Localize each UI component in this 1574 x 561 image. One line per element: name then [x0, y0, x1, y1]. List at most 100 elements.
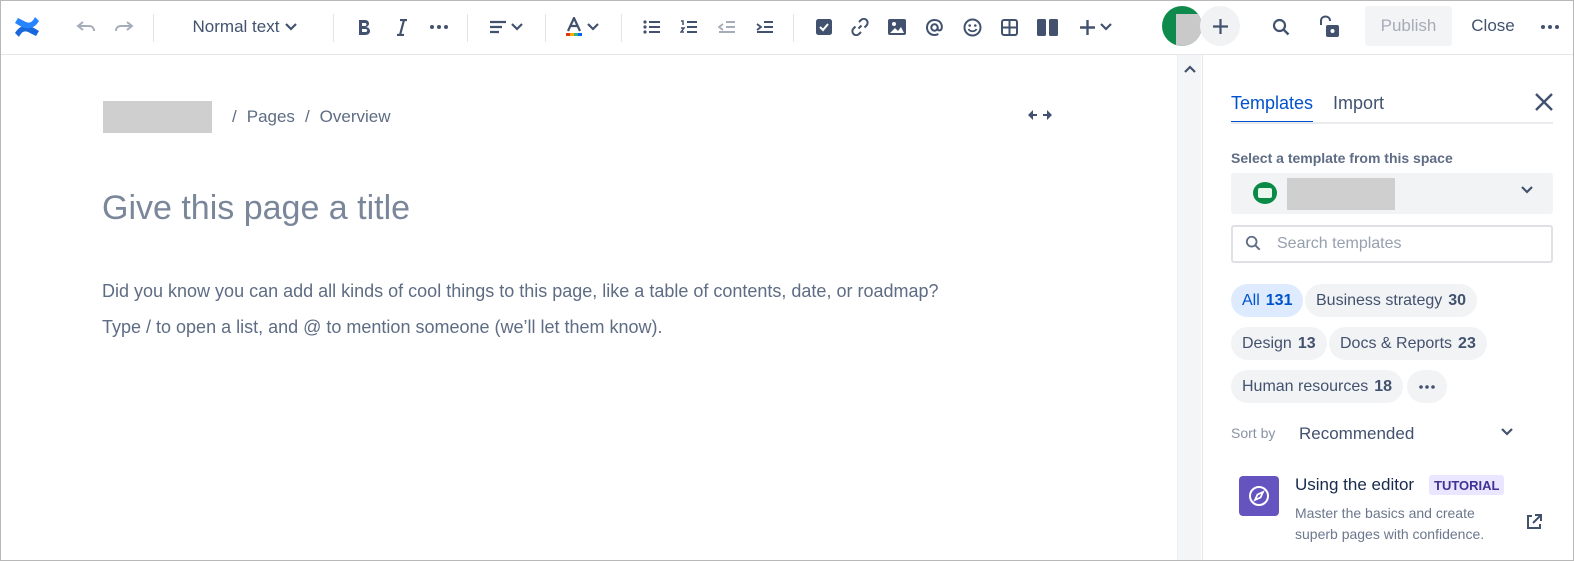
page-body-editor[interactable]: Did you know you can add all kinds of co… [102, 273, 1152, 345]
expand-width-icon [1028, 110, 1052, 120]
bullet-list-icon[interactable] [639, 1, 665, 53]
breadcrumb-pages[interactable]: Pages [247, 107, 295, 127]
undo-icon[interactable] [71, 1, 101, 53]
compass-icon [1249, 486, 1269, 506]
editor-window: Normal text Publish Close / Pages / Over… [0, 0, 1574, 561]
scrollbar[interactable] [1177, 55, 1201, 560]
mention-icon[interactable] [921, 1, 947, 53]
insert-dropdown[interactable] [1073, 1, 1117, 53]
chip-count: 30 [1448, 291, 1467, 309]
text-color-dropdown[interactable] [561, 1, 603, 53]
toolbar-divider [793, 14, 794, 42]
close-button[interactable]: Close [1464, 6, 1522, 46]
chevron-down-icon [285, 23, 298, 31]
close-icon[interactable] [1531, 89, 1557, 115]
external-link-icon[interactable] [1525, 513, 1543, 531]
chip-label: All [1242, 291, 1260, 309]
outdent-icon[interactable] [714, 1, 740, 53]
space-select-label: Select a template from this space [1231, 150, 1453, 166]
toolbar-divider [153, 14, 154, 42]
text-style-label: Normal text [192, 17, 280, 36]
editor-toolbar: Normal text Publish Close [1, 1, 1573, 55]
template-icon[interactable] [1239, 476, 1279, 516]
chevron-down-icon[interactable] [1501, 428, 1513, 436]
template-description: Master the basics and create superb page… [1295, 505, 1485, 542]
chip-count: 13 [1297, 334, 1316, 352]
more-icon [1419, 384, 1435, 389]
chip-count: 131 [1265, 291, 1293, 309]
tabs-underline [1231, 122, 1553, 124]
body-placeholder-line: Type / to open a list, and @ to mention … [102, 317, 663, 337]
breadcrumb: / Pages / Overview [103, 101, 391, 133]
avatar[interactable] [1162, 6, 1202, 46]
breadcrumb-overview[interactable]: Overview [320, 107, 391, 127]
chevron-down-icon [1099, 23, 1112, 31]
layout-icon[interactable] [1033, 1, 1061, 53]
chip-label: Business strategy [1316, 291, 1443, 309]
redacted-avatar-overlay [1176, 14, 1202, 46]
chevron-down-icon [587, 23, 599, 31]
more-actions-icon[interactable] [1537, 1, 1563, 53]
panel-tabs: Templates Import [1231, 93, 1384, 123]
search-icon [1245, 235, 1261, 251]
align-icon [490, 20, 506, 34]
bold-icon[interactable] [351, 1, 377, 53]
toolbar-divider [621, 14, 622, 42]
plus-icon [1212, 18, 1228, 34]
chip-design[interactable]: Design 13 [1231, 327, 1327, 360]
chip-count: 23 [1458, 334, 1476, 352]
more-formatting-icon[interactable] [425, 1, 453, 53]
space-select[interactable] [1231, 173, 1553, 214]
sort-label: Sort by [1231, 425, 1276, 441]
toolbar-divider [333, 14, 334, 42]
template-badge: TUTORIAL [1429, 475, 1505, 495]
chevron-down-icon [511, 23, 523, 31]
invite-button[interactable] [1200, 6, 1240, 46]
align-dropdown[interactable] [485, 1, 527, 53]
toolbar-divider [545, 14, 546, 42]
search-templates-field[interactable] [1231, 225, 1553, 263]
chip-label: Design [1242, 334, 1292, 352]
search-icon[interactable] [1267, 1, 1295, 53]
chip-count: 18 [1374, 377, 1393, 395]
space-name-redacted [1287, 178, 1395, 210]
action-item-icon[interactable] [811, 1, 837, 53]
breadcrumb-separator: / [304, 107, 310, 126]
redo-icon[interactable] [109, 1, 139, 53]
page-title-input[interactable]: Give this page a title [102, 189, 410, 228]
search-input[interactable] [1277, 233, 1537, 255]
indent-icon[interactable] [752, 1, 778, 53]
page-width-toggle[interactable] [1026, 103, 1054, 127]
tab-import[interactable]: Import [1333, 93, 1384, 123]
body-placeholder-line: Did you know you can add all kinds of co… [102, 281, 939, 301]
chip-docs-reports[interactable]: Docs & Reports 23 [1329, 327, 1487, 360]
template-name[interactable]: Using the editor [1295, 475, 1414, 495]
chip-human-resources[interactable]: Human resources 18 [1231, 370, 1404, 403]
insert-icon [1079, 19, 1095, 35]
table-icon[interactable] [996, 1, 1022, 53]
link-icon[interactable] [847, 1, 873, 53]
restrictions-icon[interactable] [1315, 1, 1345, 53]
chip-business-strategy[interactable]: Business strategy 30 [1305, 284, 1478, 317]
breadcrumb-space-redacted[interactable] [103, 101, 212, 133]
image-icon[interactable] [884, 1, 910, 53]
chip-all[interactable]: All 131 [1231, 284, 1304, 317]
emoji-icon[interactable] [959, 1, 985, 53]
toolbar-divider [467, 14, 468, 42]
chip-label: Docs & Reports [1340, 334, 1453, 352]
italic-icon[interactable] [389, 1, 415, 53]
text-color-icon [566, 17, 582, 36]
chip-label: Human resources [1242, 377, 1369, 395]
tab-templates[interactable]: Templates [1231, 93, 1314, 123]
sort-select[interactable]: Recommended [1299, 424, 1414, 444]
publish-button[interactable]: Publish [1365, 6, 1452, 46]
text-style-dropdown[interactable]: Normal text [181, 1, 309, 53]
chevron-down-icon [1521, 186, 1533, 194]
space-icon [1253, 182, 1277, 204]
more-categories-button[interactable] [1407, 370, 1447, 403]
breadcrumb-separator: / [232, 107, 237, 126]
chevron-up-icon[interactable] [1184, 65, 1196, 73]
templates-panel: Templates Import Select a template from … [1202, 55, 1573, 560]
confluence-logo-icon[interactable] [9, 1, 45, 53]
numbered-list-icon[interactable] [676, 1, 702, 53]
